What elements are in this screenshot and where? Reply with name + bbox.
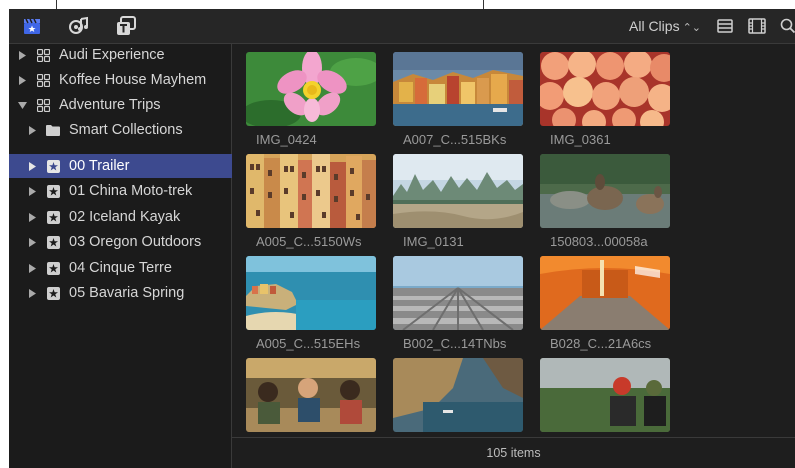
- clip-name: B028_C...21A6cs: [550, 336, 652, 351]
- clip-thumbnail[interactable]: [393, 358, 523, 432]
- libraries-clapper-icon[interactable]: [19, 13, 45, 39]
- sidebar-item-04-cinque-terre[interactable]: 04 Cinque Terre: [9, 256, 249, 280]
- libraries-sidebar: Audi Experience Koffee House Mayhem Adve…: [9, 44, 249, 468]
- clip-item[interactable]: A005_C...5150Ws: [246, 154, 376, 249]
- clip-name: 150803...00058a: [550, 234, 648, 249]
- list-view-icon[interactable]: [712, 13, 738, 39]
- photos-audio-icon[interactable]: [66, 13, 92, 39]
- sidebar-item-label: Audi Experience: [59, 47, 165, 63]
- clip-item[interactable]: IMG_0424: [246, 52, 376, 147]
- search-icon[interactable]: [775, 13, 795, 39]
- sidebar-item-label: 01 China Moto-trek: [69, 183, 193, 199]
- clip-item[interactable]: A007_C...515BKs: [393, 52, 523, 147]
- event-star-icon: [46, 159, 60, 173]
- clip-thumbnail[interactable]: [393, 52, 523, 126]
- sidebar-item-label: Smart Collections: [69, 122, 183, 138]
- sidebar-item-label: 03 Oregon Outdoors: [69, 234, 202, 250]
- sidebar-item-00-trailer[interactable]: 00 Trailer: [9, 154, 249, 178]
- disclosure-triangle-icon[interactable]: [27, 212, 37, 222]
- item-count: 105 items: [486, 446, 541, 460]
- clip-thumbnail[interactable]: [540, 154, 670, 228]
- clip-item[interactable]: [393, 358, 523, 438]
- library-icon: [36, 48, 50, 62]
- sidebar-item-label: 02 Iceland Kayak: [69, 209, 181, 225]
- sidebar-item-02-iceland-kayak[interactable]: 02 Iceland Kayak: [9, 205, 249, 229]
- event-star-icon: [46, 184, 60, 198]
- sidebar-item-label: 00 Trailer: [69, 158, 130, 174]
- clip-item[interactable]: [246, 358, 376, 438]
- clip-name: IMG_0424: [256, 132, 317, 147]
- disclosure-triangle-icon[interactable]: [27, 288, 37, 298]
- disclosure-triangle-icon[interactable]: [27, 237, 37, 247]
- clip-grid: IMG_0424 A007_C...515BKs IMG_0361 A005_C…: [232, 44, 795, 438]
- sidebar-item-label: Koffee House Mayhem: [59, 72, 207, 88]
- sidebar-item-03-oregon-outdoors[interactable]: 03 Oregon Outdoors: [9, 230, 249, 254]
- library-icon: [36, 98, 50, 112]
- sidebar-item-05-bavaria-spring[interactable]: 05 Bavaria Spring: [9, 281, 249, 305]
- clip-thumbnail[interactable]: [246, 52, 376, 126]
- clip-thumbnail[interactable]: [246, 358, 376, 432]
- sidebar-item-label: 05 Bavaria Spring: [69, 285, 185, 301]
- clip-name: A005_C...5150Ws: [256, 234, 362, 249]
- clip-name: IMG_0361: [550, 132, 611, 147]
- disclosure-triangle-icon[interactable]: [17, 50, 27, 60]
- browser-clips-area: IMG_0424 A007_C...515BKs IMG_0361 A005_C…: [232, 44, 795, 468]
- clip-item[interactable]: [540, 358, 670, 438]
- disclosure-triangle-open-icon[interactable]: [17, 100, 27, 110]
- sidebar-item-01-china-moto-trek[interactable]: 01 China Moto-trek: [9, 179, 249, 203]
- clip-item[interactable]: 150803...00058a: [540, 154, 670, 249]
- chevron-updown-icon: ⌃⌄: [682, 22, 702, 34]
- event-star-icon: [46, 235, 60, 249]
- callout-line: [483, 0, 484, 9]
- sidebar-item-koffee-house-mayhem[interactable]: Koffee House Mayhem: [9, 68, 239, 92]
- clip-thumbnail[interactable]: [540, 52, 670, 126]
- library-icon: [36, 73, 50, 87]
- clip-thumbnail[interactable]: [246, 154, 376, 228]
- clip-thumbnail[interactable]: [540, 358, 670, 432]
- browser-window: All Clips ⌃⌄ Audi Experience Koffee Hous…: [9, 9, 795, 468]
- folder-icon: [46, 123, 60, 137]
- browser-toolbar: All Clips ⌃⌄: [9, 9, 795, 44]
- clip-name: A005_C...515EHs: [256, 336, 361, 351]
- disclosure-triangle-icon[interactable]: [27, 125, 37, 135]
- disclosure-triangle-icon[interactable]: [27, 186, 37, 196]
- sidebar-item-smart-collections[interactable]: Smart Collections: [9, 118, 249, 142]
- clip-thumbnail[interactable]: [393, 256, 523, 330]
- filmstrip-view-icon[interactable]: [744, 13, 770, 39]
- event-star-icon: [46, 286, 60, 300]
- clip-name: B002_C...14TNbs: [403, 336, 507, 351]
- clip-name: A007_C...515BKs: [403, 132, 507, 147]
- clip-filter-popup[interactable]: All Clips ⌃⌄: [629, 18, 701, 34]
- clip-thumbnail[interactable]: [540, 256, 670, 330]
- clip-filter-label: All Clips: [629, 18, 680, 34]
- clip-item[interactable]: A005_C...515EHs: [246, 256, 376, 351]
- clip-item[interactable]: IMG_0361: [540, 52, 670, 147]
- clip-item[interactable]: B002_C...14TNbs: [393, 256, 523, 351]
- disclosure-triangle-icon[interactable]: [27, 263, 37, 273]
- clip-thumbnail[interactable]: [393, 154, 523, 228]
- disclosure-triangle-icon[interactable]: [27, 161, 37, 171]
- sidebar-item-adventure-trips[interactable]: Adventure Trips: [9, 93, 239, 117]
- event-star-icon: [46, 261, 60, 275]
- sidebar-item-audi-experience[interactable]: Audi Experience: [9, 43, 239, 67]
- browser-footer: 105 items: [232, 437, 795, 468]
- clip-name: IMG_0131: [403, 234, 464, 249]
- event-star-icon: [46, 210, 60, 224]
- sidebar-item-label: 04 Cinque Terre: [69, 260, 172, 276]
- callout-line: [56, 0, 57, 9]
- clip-item[interactable]: B028_C...21A6cs: [540, 256, 670, 351]
- sidebar-item-label: Adventure Trips: [59, 97, 161, 113]
- disclosure-triangle-icon[interactable]: [17, 75, 27, 85]
- titles-generators-icon[interactable]: [113, 13, 139, 39]
- clip-item[interactable]: IMG_0131: [393, 154, 523, 249]
- clip-thumbnail[interactable]: [246, 256, 376, 330]
